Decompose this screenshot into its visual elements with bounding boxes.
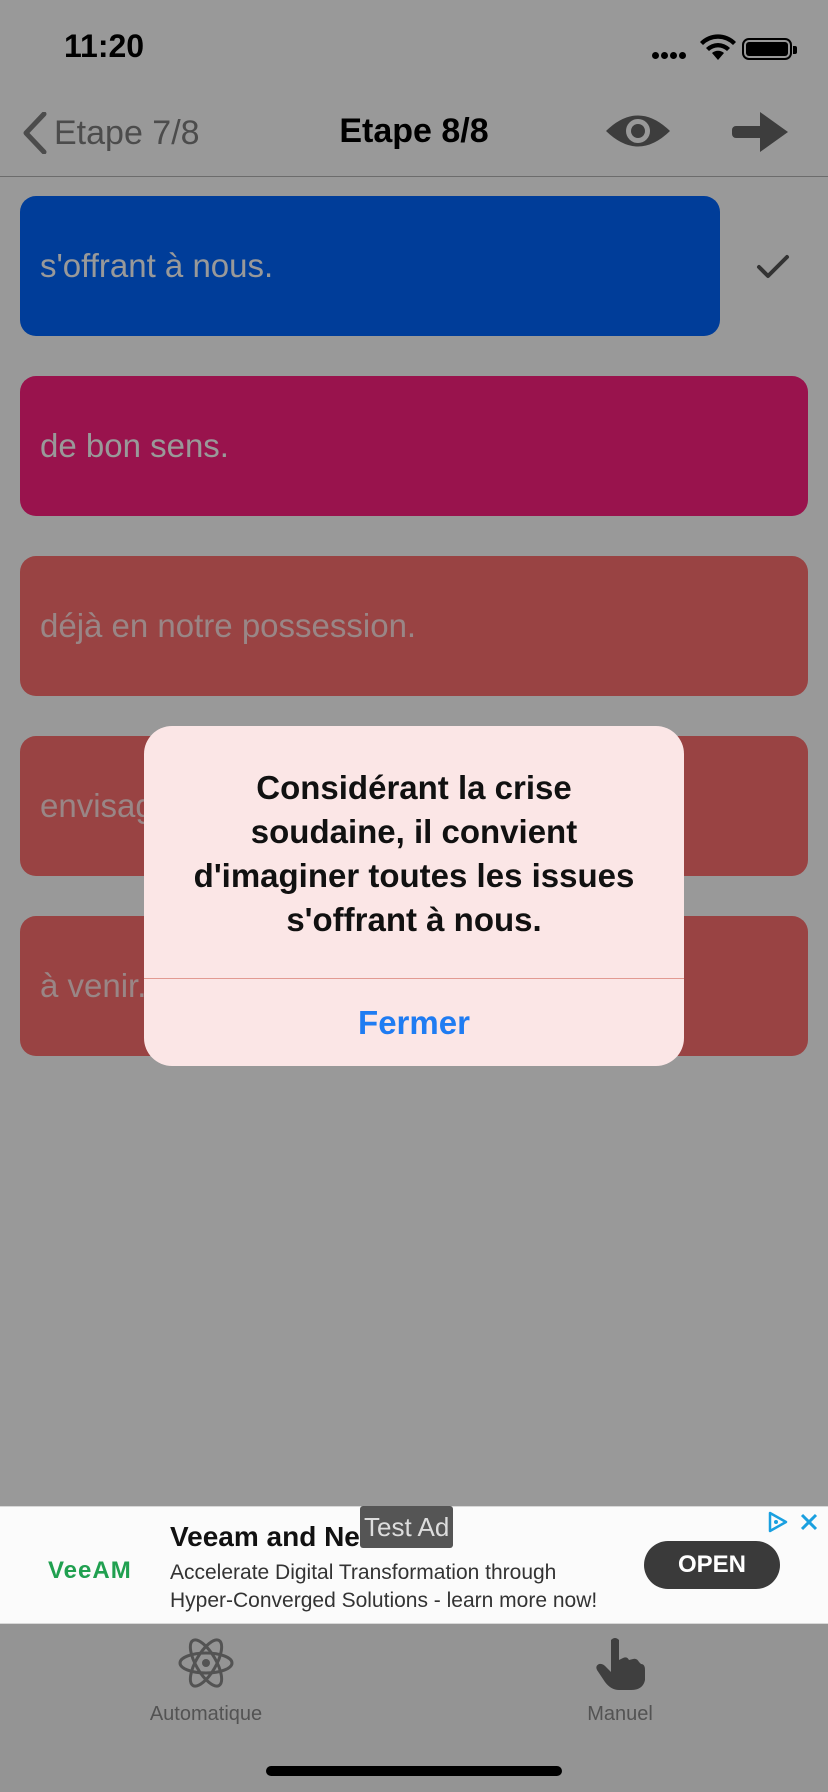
ad-description: Accelerate Digital Transformation throug…: [170, 1561, 557, 1584]
ad-description: Hyper-Converged Solutions - learn more n…: [170, 1589, 598, 1612]
close-button[interactable]: Fermer: [144, 979, 684, 1066]
ad-logo: VeeAM: [48, 1557, 132, 1584]
home-indicator[interactable]: [266, 1766, 562, 1776]
adchoices-icon[interactable]: [766, 1511, 788, 1533]
test-ad-badge: Test Ad: [360, 1506, 454, 1548]
ad-open-button[interactable]: OPEN: [644, 1541, 780, 1589]
alert-dialog: Considérant la crise soudaine, il convie…: [144, 726, 684, 1066]
close-icon[interactable]: [798, 1511, 820, 1533]
alert-message: Considérant la crise soudaine, il convie…: [193, 769, 635, 938]
